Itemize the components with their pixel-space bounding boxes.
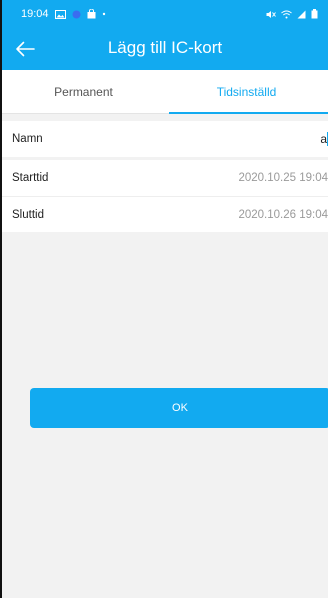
image-icon <box>54 9 66 19</box>
tab-tidsinstalld[interactable]: Tidsinställd <box>165 70 328 114</box>
status-time: 19:04 <box>21 8 49 20</box>
app-header: Lägg till IC-kort <box>2 28 328 70</box>
page-title: Lägg till IC-kort <box>107 38 223 57</box>
battery-icon <box>311 9 318 19</box>
mute-icon <box>266 10 276 19</box>
name-row: Namn <box>2 121 328 157</box>
start-time-value: 2020.10.25 19:04 <box>238 172 328 184</box>
tab-permanent[interactable]: Permanent <box>2 70 165 113</box>
start-time-row[interactable]: Starttid 2020.10.25 19:04 <box>2 160 328 196</box>
end-time-label: Sluttid <box>12 208 44 221</box>
name-label: Namn <box>12 133 43 145</box>
ok-button[interactable]: OK <box>30 388 328 428</box>
app-badge-icon <box>72 10 81 19</box>
end-time-row[interactable]: Sluttid 2020.10.26 19:04 <box>2 196 328 232</box>
start-time-label: Starttid <box>12 172 49 184</box>
dot-icon <box>102 12 106 16</box>
status-bar-left: 19:04 <box>21 8 106 20</box>
app-screen: 19:04 Lägg till IC-kort Permanent Tidsin… <box>0 0 328 598</box>
name-input[interactable] <box>147 132 327 146</box>
tab-bar: Permanent Tidsinställd <box>2 70 328 114</box>
status-bar-right <box>266 9 318 19</box>
shopping-bag-icon <box>87 9 96 19</box>
signal-icon <box>297 10 306 19</box>
status-bar: 19:04 <box>2 0 328 28</box>
wifi-icon <box>281 10 292 19</box>
end-time-value: 2020.10.26 19:04 <box>238 208 328 221</box>
